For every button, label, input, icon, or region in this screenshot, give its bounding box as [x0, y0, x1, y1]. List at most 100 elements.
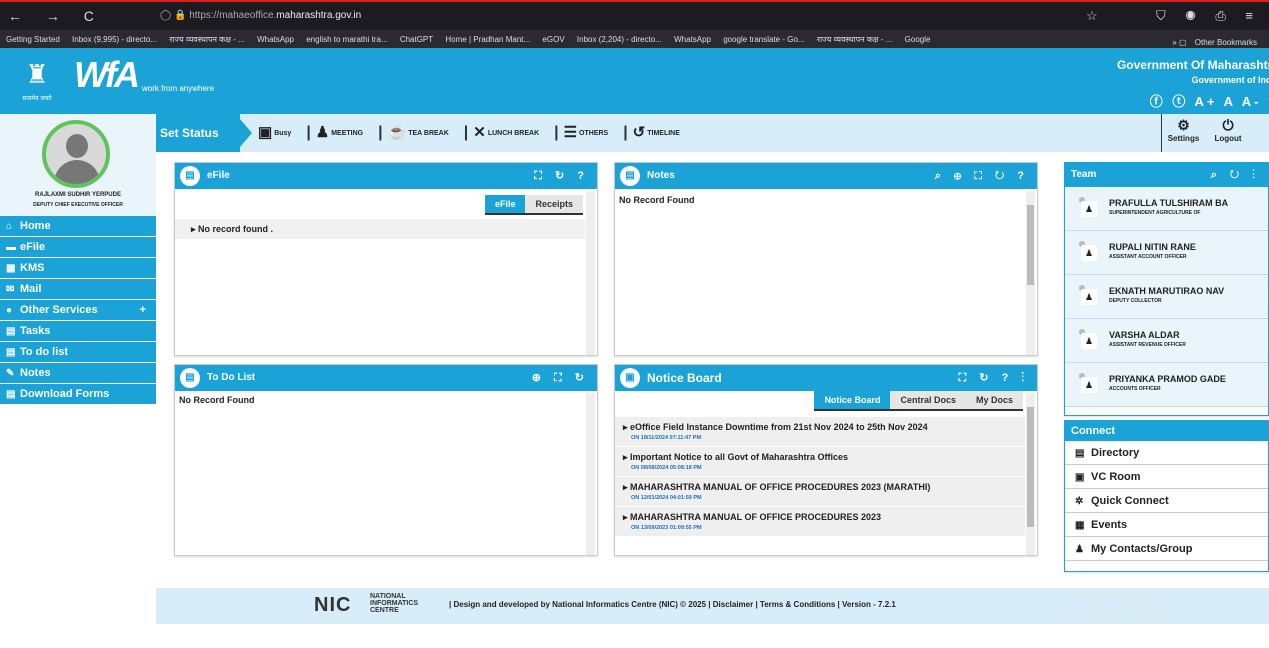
- logout-label: Logout: [1214, 134, 1242, 143]
- bookmark-item[interactable]: राज्य व्यवस्थापन कक्ष - ...: [817, 34, 893, 45]
- state-emblem: ♜ सत्यमेव जयते: [14, 54, 60, 108]
- connect-events[interactable]: ▦ Events: [1065, 513, 1268, 537]
- tab-central-docs[interactable]: Central Docs: [890, 391, 966, 409]
- bookmark-item[interactable]: Inbox (9,995) - directo...: [72, 35, 157, 44]
- wfa-logo[interactable]: WfA: [74, 54, 142, 100]
- scrollbar[interactable]: [1026, 191, 1035, 355]
- font-size-controls[interactable]: A+ A A-: [1195, 94, 1262, 109]
- tea-icon: ☕: [387, 124, 407, 141]
- connect-quick-connect[interactable]: ✲ Quick Connect: [1065, 489, 1268, 513]
- tab-receipts[interactable]: Receipts: [525, 195, 583, 213]
- status-lunch-break[interactable]: ✕ LUNCH BREAK: [473, 124, 545, 141]
- bookmark-item[interactable]: Home | Pradhan Mant...: [445, 35, 530, 44]
- sidebar-item-efile[interactable]: ▬ eFile: [0, 237, 156, 257]
- panel-tools[interactable]: ⛶ ↻ ?: [534, 163, 589, 189]
- contacts-icon: ♟: [1075, 544, 1084, 555]
- address-bar[interactable]: ◯ 🔒 https://mahaeoffice.maharashtra.gov.…: [160, 10, 361, 21]
- scrollbar[interactable]: [1026, 393, 1035, 555]
- scrollbar[interactable]: [586, 191, 595, 355]
- status-options: ▣ Busy | ♟ MEETING | ☕ TEA BREAK | ✕ LUNCH BREA…: [258, 114, 692, 152]
- team-member[interactable]: ♟ RUPALI NITIN RANE ASSISTANT ACCOUNT OFFI…: [1065, 231, 1268, 275]
- accessibility-controls[interactable]: ⓕ ⓣ A+ A A- ?: [1079, 91, 1269, 110]
- notes-empty: No Record Found: [619, 195, 695, 205]
- logout-button[interactable]: ⏻ Logout: [1206, 114, 1250, 152]
- bookmark-item[interactable]: english to marathi tra...: [306, 35, 387, 44]
- sidebar-item-mail[interactable]: ✉ Mail: [0, 279, 156, 299]
- notice-item[interactable]: ▸ MAHARASHTRA MANUAL OF OFFICE PROCEDURE…: [615, 477, 1025, 507]
- history-icon: ↺: [632, 124, 646, 141]
- sidebar-item-download-forms[interactable]: ▤ Download Forms: [0, 384, 156, 404]
- panel-tools[interactable]: ⛶ ↻ ? ⋮: [958, 365, 1029, 391]
- notice-title[interactable]: ▸ MAHARASHTRA MANUAL OF OFFICE PROCEDURE…: [623, 512, 1025, 523]
- bookmark-item[interactable]: Inbox (2,204) - directo...: [577, 35, 662, 44]
- url-prefix: https://mahaeoffice.: [189, 10, 277, 21]
- tab-efile[interactable]: eFile: [484, 195, 526, 213]
- notice-item[interactable]: ▸ eOffice Field Instance Downtime from 2…: [615, 417, 1025, 447]
- sidebar-item-tasks[interactable]: ▤ Tasks: [0, 321, 156, 341]
- bookmark-item[interactable]: राज्य व्यवस्थापन कक्ष - ...: [169, 34, 245, 45]
- panel-tools[interactable]: ⌕ ↻ ⋮: [1211, 163, 1260, 187]
- connect-directory[interactable]: ▤ Directory: [1065, 441, 1268, 465]
- tab-notice-board[interactable]: Notice Board: [814, 391, 891, 409]
- status-timeline[interactable]: ↺ TIMELINE: [633, 124, 686, 141]
- tagline: work from anywhere: [142, 84, 215, 93]
- panel-title: eFile: [207, 170, 230, 181]
- bookmark-item[interactable]: WhatsApp: [674, 35, 711, 44]
- kms-icon: ▦: [6, 263, 16, 274]
- status-label: Busy: [274, 130, 292, 137]
- sidebar-item-other-services[interactable]: ● Other Services +: [0, 300, 156, 320]
- sidebar-item-label: To do list: [20, 346, 69, 358]
- facebook-icon[interactable]: ⓕ: [1150, 94, 1166, 109]
- sidebar-item-kms[interactable]: ▦ KMS: [0, 258, 156, 278]
- bookmark-item[interactable]: ChatGPT: [400, 35, 433, 44]
- url-domain: maharashtra.gov.in: [276, 10, 362, 21]
- status-meeting[interactable]: ♟ MEETING: [316, 124, 369, 141]
- notice-title[interactable]: ▸ Important Notice to all Govt of Mahara…: [623, 452, 1025, 463]
- settings-button[interactable]: ⚙ Settings: [1161, 114, 1205, 152]
- panel-tools[interactable]: ⌕ ⊕ ⛶ ↻ ?: [935, 163, 1029, 189]
- panel-tools[interactable]: ⊕ ⛶ ↻: [532, 365, 589, 391]
- notice-title[interactable]: ▸ eOffice Field Instance Downtime from 2…: [623, 422, 1025, 433]
- avatar[interactable]: [42, 120, 110, 188]
- notice-item[interactable]: ▸ MAHARASHTRA MANUAL OF OFFICE PROCEDURE…: [615, 507, 1025, 537]
- connect-vc-room[interactable]: ▣ VC Room: [1065, 465, 1268, 489]
- expand-icon[interactable]: +: [140, 300, 146, 320]
- user-designation: DEPUTY CHIEF EXECUTIVE OFFICER: [33, 202, 123, 208]
- browser-nav-icons[interactable]: ← → C: [8, 8, 104, 24]
- status-tea-break[interactable]: ☕ TEA BREAK: [388, 124, 455, 141]
- bookmark-item[interactable]: WhatsApp: [257, 35, 294, 44]
- team-member[interactable]: ♟ PRIYANKA PRAMOD GADE ACCOUNTS OFFICER: [1065, 363, 1268, 407]
- sidebar-item-label: Home: [20, 220, 51, 232]
- footer-text[interactable]: | Design and developed by National Infor…: [449, 600, 896, 609]
- status-others[interactable]: ☰ OTHERS: [564, 124, 615, 141]
- notice-item[interactable]: ▸ Important Notice to all Govt of Mahara…: [615, 447, 1025, 477]
- browser-menu-icons[interactable]: ⛉ ◉ ⎙ ≡: [1156, 8, 1261, 24]
- sidebar-item-notes[interactable]: ✎ Notes: [0, 363, 156, 383]
- sidebar-item-todo[interactable]: ▤ To do list: [0, 342, 156, 362]
- todo-panel-icon: ▤: [180, 368, 200, 388]
- todo-icon: ▤: [6, 347, 16, 358]
- other-bookmarks[interactable]: » ▢ Other Bookmarks: [1172, 34, 1261, 47]
- list-icon: ☰: [563, 124, 578, 141]
- twitter-icon[interactable]: ⓣ: [1172, 94, 1188, 109]
- services-icon: ●: [6, 305, 13, 316]
- notice-title[interactable]: ▸ MAHARASHTRA MANUAL OF OFFICE PROCEDURE…: [623, 482, 1025, 493]
- bookmark-star-icon[interactable]: ☆: [1086, 8, 1098, 24]
- bookmark-item[interactable]: Google: [905, 35, 931, 44]
- team-member[interactable]: ♟ VARSHA ALDAR ASSISTANT REVENUE OFFICER: [1065, 319, 1268, 363]
- scrollbar[interactable]: [586, 393, 595, 555]
- tab-my-docs[interactable]: My Docs: [965, 391, 1023, 409]
- sidebar-item-home[interactable]: ⌂ Home: [0, 216, 156, 236]
- status-label: TIMELINE: [647, 130, 680, 137]
- team-member[interactable]: ♟ EKNATH MARUTIRAO NAV DEPUTY COLLECTOR: [1065, 275, 1268, 319]
- team-member[interactable]: ♟ PRAFULLA TULSHIRAM BA SUPERINTENDENT AGR…: [1065, 187, 1268, 231]
- status-busy[interactable]: ▣ Busy: [258, 124, 297, 141]
- notice-board-panel: ▣ Notice Board ⛶ ↻ ? ⋮ Notice Board Central…: [614, 364, 1038, 556]
- bookmark-item[interactable]: eGOV: [542, 35, 564, 44]
- bookmark-item[interactable]: Getting Started: [6, 35, 60, 44]
- efile-panel: ▤ eFile ⛶ ↻ ? eFile Receipts ▸ No record fo…: [174, 162, 598, 356]
- sidebar: RAJLAXMI SUDHIR YERPUDE DEPUTY CHIEF EXE…: [0, 114, 156, 648]
- bookmark-item[interactable]: google translate - Go...: [723, 35, 804, 44]
- settings-label: Settings: [1167, 134, 1200, 143]
- connect-contacts[interactable]: ♟ My Contacts/Group: [1065, 537, 1268, 561]
